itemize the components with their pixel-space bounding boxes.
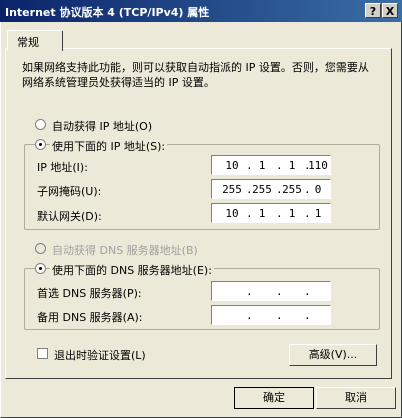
alternate-dns-label: 备用 DNS 服务器(A): [37, 311, 143, 324]
validate-on-exit-label: 退出时验证设置(L) [54, 349, 146, 362]
ip-octet-4: 110 [308, 159, 328, 172]
ip-manual-label: 使用下面的 IP 地址(S): [50, 138, 168, 154]
preferred-dns-label: 首选 DNS 服务器(P): [37, 287, 142, 300]
tab-general-label: 常规 [17, 36, 39, 49]
ip-octet-1: 10 [225, 159, 239, 172]
ip-auto-radio[interactable] [35, 119, 46, 130]
advanced-button[interactable]: 高级(V)... [289, 344, 377, 366]
gateway-octet-3: 1 [288, 207, 296, 220]
description-text: 如果网络支持此功能，则可以获取自动指派的 IP 设置。否则，您需要从网络系统管理… [22, 61, 369, 89]
alternate-dns-input[interactable]: . . . [211, 305, 331, 325]
subnet-mask-input[interactable]: 255 . 255 . 255 . 0 [211, 179, 331, 199]
ip-octet-2: 1 [258, 159, 266, 172]
gateway-octet-4: 1 [314, 207, 322, 220]
window-title: Internet 协议版本 4 (TCP/IPv4) 属性 [5, 6, 210, 19]
dns-manual-radio[interactable] [35, 263, 46, 274]
gateway-octet-2: 1 [258, 207, 266, 220]
tab-general[interactable]: 常规 [7, 30, 63, 51]
ip-manual-radio[interactable] [35, 139, 46, 150]
dns-auto-label: 自动获得 DNS 服务器地址(B) [52, 244, 198, 257]
dns-auto-radio[interactable] [35, 243, 46, 254]
preferred-dns-input[interactable]: . . . [211, 281, 331, 301]
gateway-input[interactable]: 10 . 1 . 1 . 1 [211, 203, 331, 223]
validate-on-exit-checkbox[interactable] [37, 348, 48, 359]
gateway-octet-1: 10 [225, 207, 239, 220]
help-button[interactable]: ? [365, 3, 381, 18]
dns-manual-label: 使用下面的 DNS 服务器地址(E): [50, 262, 214, 278]
close-button[interactable]: X [382, 3, 398, 18]
cancel-button[interactable]: 取消 [316, 387, 396, 409]
ip-address-label: IP 地址(I): [37, 161, 88, 174]
mask-octet-1: 255 [222, 183, 242, 196]
ip-address-input[interactable]: 10 . 1 . 1 . 110 [211, 155, 331, 175]
ip-auto-label: 自动获得 IP 地址(O) [52, 120, 153, 133]
mask-octet-3: 255 [282, 183, 302, 196]
subnet-mask-label: 子网掩码(U): [37, 185, 102, 198]
mask-octet-4: 0 [314, 183, 322, 196]
ip-octet-3: 1 [288, 159, 296, 172]
ok-button[interactable]: 确定 [234, 387, 314, 409]
title-bar: Internet 协议版本 4 (TCP/IPv4) 属性 ? X [0, 0, 402, 22]
mask-octet-2: 255 [252, 183, 272, 196]
gateway-label: 默认网关(D): [37, 210, 102, 223]
